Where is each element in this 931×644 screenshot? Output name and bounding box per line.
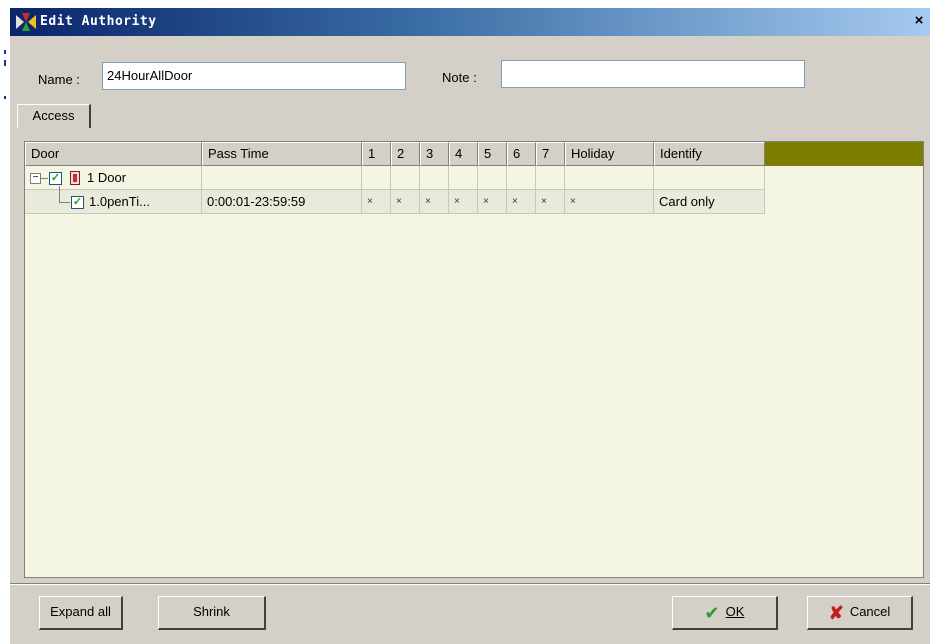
authority-grid: Door Pass Time 1 2 3 4 5 6 7 Holiday Ide… bbox=[24, 141, 924, 578]
edit-authority-dialog: Edit Authority × Name : 24HourAllDoor No… bbox=[10, 8, 930, 644]
holiday-cell bbox=[565, 166, 654, 190]
column-header-day-6[interactable]: 6 bbox=[507, 142, 536, 166]
cancel-button[interactable]: ✘ Cancel bbox=[807, 596, 913, 630]
ok-label: OK bbox=[725, 604, 745, 619]
column-header-day-7[interactable]: 7 bbox=[536, 142, 565, 166]
title-bar[interactable]: Edit Authority × bbox=[10, 8, 930, 36]
tab-access[interactable]: Access bbox=[17, 104, 91, 128]
checkmark-icon: ✔ bbox=[704, 602, 720, 623]
column-header-day-5[interactable]: 5 bbox=[478, 142, 507, 166]
expand-all-button[interactable]: Expand all bbox=[39, 596, 123, 630]
day-cell: × bbox=[391, 190, 420, 214]
window-title: Edit Authority bbox=[40, 14, 157, 29]
expand-all-label: Expand all bbox=[50, 604, 111, 619]
shrink-button[interactable]: Shrink bbox=[158, 596, 266, 630]
day-cell: × bbox=[507, 190, 536, 214]
ok-button[interactable]: ✔ OK bbox=[672, 596, 778, 630]
background-window-edge bbox=[0, 0, 10, 644]
day-cell: × bbox=[478, 190, 507, 214]
day-cell bbox=[391, 166, 420, 190]
column-header-day-2[interactable]: 2 bbox=[391, 142, 420, 166]
column-header-day-4[interactable]: 4 bbox=[449, 142, 478, 166]
cancel-label: Cancel bbox=[849, 604, 891, 619]
day-cell: × bbox=[536, 190, 565, 214]
day-cell bbox=[478, 166, 507, 190]
collapse-toggle-icon[interactable]: − bbox=[30, 173, 41, 184]
close-button[interactable]: × bbox=[910, 12, 928, 30]
holiday-cell: × bbox=[565, 190, 654, 214]
time-rule-name: 1.0penTi... bbox=[89, 194, 150, 209]
day-cell: × bbox=[362, 190, 391, 214]
day-cell bbox=[536, 166, 565, 190]
day-cell bbox=[449, 166, 478, 190]
shrink-label: Shrink bbox=[193, 604, 230, 619]
name-label: Name : bbox=[38, 72, 80, 87]
door-name: 1 Door bbox=[87, 170, 127, 185]
divider bbox=[10, 583, 930, 585]
day-cell bbox=[362, 166, 391, 190]
name-input[interactable]: 24HourAllDoor bbox=[102, 62, 406, 90]
tree-connector bbox=[59, 186, 70, 203]
cross-icon: ✘ bbox=[828, 602, 844, 623]
column-header-day-1[interactable]: 1 bbox=[362, 142, 391, 166]
day-cell bbox=[507, 166, 536, 190]
column-header-pass-time[interactable]: Pass Time bbox=[202, 142, 362, 166]
identify-cell: Card only bbox=[654, 190, 765, 214]
pass-time-cell bbox=[202, 166, 362, 190]
pass-time-cell: 0:00:01-23:59:59 bbox=[202, 190, 362, 214]
identify-cell bbox=[654, 166, 765, 190]
day-cell: × bbox=[449, 190, 478, 214]
column-header-door[interactable]: Door bbox=[25, 142, 202, 166]
time-rule-checkbox[interactable]: ✓ bbox=[71, 196, 84, 209]
door-icon bbox=[70, 171, 80, 185]
app-logo-icon bbox=[16, 13, 36, 31]
door-checkbox[interactable]: ✓ bbox=[49, 172, 62, 185]
note-label: Note : bbox=[442, 70, 477, 85]
day-cell bbox=[420, 166, 449, 190]
tree-connector bbox=[41, 178, 48, 179]
column-header-identify[interactable]: Identify bbox=[654, 142, 765, 166]
note-input[interactable] bbox=[501, 60, 805, 88]
column-header-day-3[interactable]: 3 bbox=[420, 142, 449, 166]
day-cell: × bbox=[420, 190, 449, 214]
column-header-holiday[interactable]: Holiday bbox=[565, 142, 654, 166]
